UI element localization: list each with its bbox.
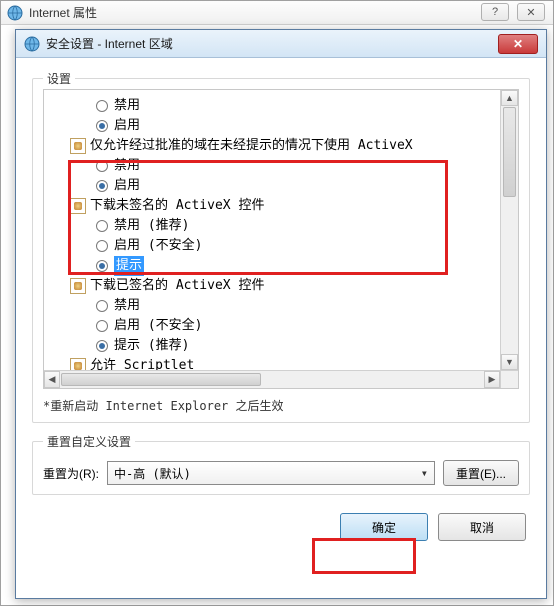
reset-groupbox: 重置自定义设置 重置为(R): 中-高 (默认) 重置(E)... <box>32 441 530 495</box>
tree-radio-option[interactable]: 禁用 <box>44 156 500 176</box>
scroll-down-arrow-icon[interactable]: ▼ <box>501 354 518 370</box>
vertical-scroll-thumb[interactable] <box>503 107 516 197</box>
settings-tree-scroll[interactable]: 禁用启用仅允许经过批准的域在未经提示的情况下使用 ActiveX禁用启用下载未签… <box>44 90 500 370</box>
parent-titlebar: Internet 属性 <box>1 1 553 25</box>
dialog-body: 设置 禁用启用仅允许经过批准的域在未经提示的情况下使用 ActiveX禁用启用下… <box>16 58 546 551</box>
tree-item-label: 下载未签名的 ActiveX 控件 <box>90 196 264 216</box>
tree-radio-option[interactable]: 启用 <box>44 176 500 196</box>
tree-radio-option[interactable]: 禁用 (推荐) <box>44 216 500 236</box>
tree-radio-option[interactable]: 启用 (不安全) <box>44 236 500 256</box>
radio-icon <box>94 238 110 254</box>
reset-level-combo[interactable]: 中-高 (默认) <box>107 461 435 485</box>
tree-category: 允许 Scriptlet <box>44 356 500 370</box>
ok-button[interactable]: 确定 <box>340 513 428 541</box>
radio-icon <box>94 318 110 334</box>
tree-radio-option[interactable]: 提示 (推荐) <box>44 336 500 356</box>
tree-item-label: 下载已签名的 ActiveX 控件 <box>90 276 264 296</box>
radio-icon <box>94 258 110 274</box>
scroll-right-arrow-icon[interactable]: ▶ <box>484 371 500 388</box>
radio-icon <box>94 98 110 114</box>
radio-icon <box>94 298 110 314</box>
settings-label: 设置 <box>43 70 75 87</box>
tree-item-label: 禁用 <box>114 96 140 116</box>
tree-item-label: 启用 <box>114 176 140 196</box>
settings-tree-container: 禁用启用仅允许经过批准的域在未经提示的情况下使用 ActiveX禁用启用下载未签… <box>43 89 519 389</box>
activex-category-icon <box>70 198 86 214</box>
security-settings-dialog: 安全设置 - Internet 区域 ✕ 设置 禁用启用仅允许经过批准的域在未经… <box>15 29 547 599</box>
tree-category: 仅允许经过批准的域在未经提示的情况下使用 ActiveX <box>44 136 500 156</box>
vertical-scrollbar[interactable]: ▲ ▼ <box>500 90 518 370</box>
tree-item-label: 启用 (不安全) <box>114 236 202 256</box>
settings-tree: 禁用启用仅允许经过批准的域在未经提示的情况下使用 ActiveX禁用启用下载未签… <box>44 96 500 370</box>
restart-note: *重新启动 Internet Explorer 之后生效 <box>43 397 519 414</box>
reset-label: 重置为(R): <box>43 465 99 482</box>
parent-window-title: Internet 属性 <box>29 4 547 21</box>
parent-window-controls: ? ✕ <box>481 3 545 21</box>
reset-combo-value: 中-高 (默认) <box>114 465 191 482</box>
parent-window: Internet 属性 ? ✕ 安全设置 - Internet 区域 ✕ 设置 … <box>0 0 554 606</box>
help-button[interactable]: ? <box>481 3 509 21</box>
horizontal-scroll-thumb[interactable] <box>61 373 261 386</box>
tree-item-label: 启用 <box>114 116 140 136</box>
tree-radio-option[interactable]: 启用 <box>44 116 500 136</box>
reset-group-label: 重置自定义设置 <box>43 433 135 450</box>
activex-category-icon <box>70 358 86 370</box>
tree-radio-option[interactable]: 禁用 <box>44 96 500 116</box>
tree-item-label: 禁用 <box>114 156 140 176</box>
tree-category: 下载未签名的 ActiveX 控件 <box>44 196 500 216</box>
scroll-up-arrow-icon[interactable]: ▲ <box>501 90 518 106</box>
child-window-title: 安全设置 - Internet 区域 <box>46 35 492 52</box>
child-titlebar: 安全设置 - Internet 区域 ✕ <box>16 30 546 58</box>
tree-item-label: 禁用 <box>114 296 140 316</box>
radio-icon <box>94 118 110 134</box>
globe-icon <box>24 36 40 52</box>
tree-item-label: 仅允许经过批准的域在未经提示的情况下使用 ActiveX <box>90 136 413 156</box>
tree-radio-option[interactable]: 禁用 <box>44 296 500 316</box>
activex-category-icon <box>70 138 86 154</box>
tree-item-label: 启用 (不安全) <box>114 316 202 336</box>
tree-item-label: 允许 Scriptlet <box>90 356 194 370</box>
horizontal-scrollbar[interactable]: ◀ ▶ <box>44 370 500 388</box>
radio-icon <box>94 178 110 194</box>
cancel-button[interactable]: 取消 <box>438 513 526 541</box>
tree-item-label: 禁用 (推荐) <box>114 216 189 236</box>
tree-radio-option[interactable]: 启用 (不安全) <box>44 316 500 336</box>
tree-item-label: 提示 <box>114 256 144 276</box>
settings-groupbox: 设置 禁用启用仅允许经过批准的域在未经提示的情况下使用 ActiveX禁用启用下… <box>32 78 530 423</box>
activex-category-icon <box>70 278 86 294</box>
tree-radio-option[interactable]: 提示 <box>44 256 500 276</box>
close-button[interactable]: ✕ <box>517 3 545 21</box>
dialog-buttons: 确定 取消 <box>32 513 530 541</box>
reset-button[interactable]: 重置(E)... <box>443 460 519 486</box>
radio-icon <box>94 158 110 174</box>
radio-icon <box>94 218 110 234</box>
scroll-corner <box>500 370 518 388</box>
tree-category: 下载已签名的 ActiveX 控件 <box>44 276 500 296</box>
globe-icon <box>7 5 23 21</box>
reset-row: 重置为(R): 中-高 (默认) 重置(E)... <box>43 460 519 486</box>
child-close-button[interactable]: ✕ <box>498 34 538 54</box>
radio-icon <box>94 338 110 354</box>
tree-item-label: 提示 (推荐) <box>114 336 189 356</box>
scroll-left-arrow-icon[interactable]: ◀ <box>44 371 60 388</box>
